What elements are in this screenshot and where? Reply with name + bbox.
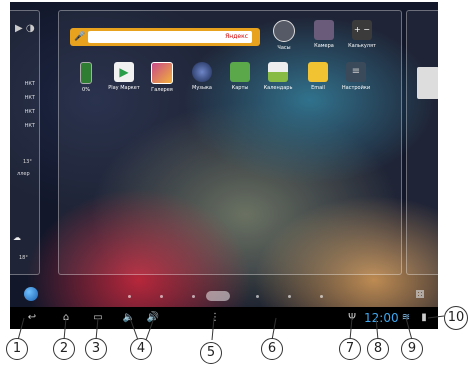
callout-lines: [17, 315, 445, 341]
callout-6: 6: [261, 338, 283, 360]
callout-9: 9: [401, 338, 423, 360]
callout-1: 1: [6, 338, 28, 360]
callout-5: 5: [200, 342, 222, 364]
callout-10: 10: [444, 306, 468, 330]
callout-2: 2: [53, 338, 75, 360]
callout-3: 3: [85, 338, 107, 360]
callout-8: 8: [367, 338, 389, 360]
callout-4: 4: [130, 338, 152, 360]
callout-7: 7: [339, 338, 361, 360]
